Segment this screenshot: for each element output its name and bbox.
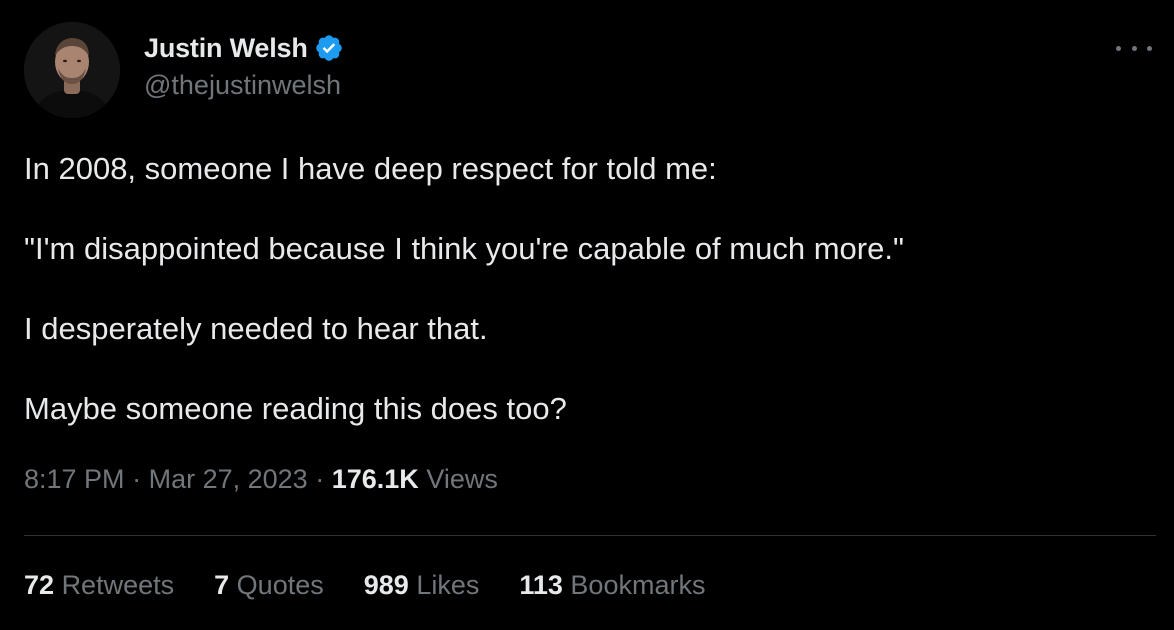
author-info: Justin Welsh @thejustinwelsh xyxy=(144,30,344,101)
tweet-detail: Justin Welsh @thejustinwelsh In 2008, so… xyxy=(0,0,1174,630)
verified-badge-icon[interactable] xyxy=(314,33,344,63)
quotes-count: 7 xyxy=(214,570,230,600)
tweet-meta: 8:17 PM · Mar 27, 2023 · 176.1K Views xyxy=(24,464,498,495)
likes-stat[interactable]: 989 Likes xyxy=(364,570,480,601)
tweet-date[interactable]: Mar 27, 2023 xyxy=(149,464,308,494)
avatar[interactable] xyxy=(24,22,120,118)
quotes-stat[interactable]: 7 Quotes xyxy=(214,570,324,601)
likes-label: Likes xyxy=(416,570,480,600)
author-display-name[interactable]: Justin Welsh xyxy=(144,33,308,64)
bookmarks-count: 113 xyxy=(519,570,563,600)
tweet-time[interactable]: 8:17 PM xyxy=(24,464,125,494)
author-handle[interactable]: @thejustinwelsh xyxy=(144,70,344,101)
meta-separator: · xyxy=(132,464,142,494)
retweets-label: Retweets xyxy=(61,570,175,600)
bookmarks-label: Bookmarks xyxy=(570,570,706,600)
more-dot xyxy=(1147,45,1152,51)
divider xyxy=(24,535,1156,536)
meta-separator: · xyxy=(315,464,325,494)
tweet-text: In 2008, someone I have deep respect for… xyxy=(24,148,1144,468)
views-count[interactable]: 176.1K xyxy=(332,464,419,494)
more-dot xyxy=(1116,45,1121,51)
avatar-image xyxy=(24,22,120,118)
tweet-paragraph: Maybe someone reading this does too? xyxy=(24,391,567,426)
quotes-label: Quotes xyxy=(236,570,324,600)
views-label: Views xyxy=(426,464,498,494)
tweet-paragraph: In 2008, someone I have deep respect for… xyxy=(24,151,717,186)
tweet-paragraph: I desperately needed to hear that. xyxy=(24,311,488,346)
engagement-stats: 72 Retweets 7 Quotes 989 Likes 113 Bookm… xyxy=(24,570,745,601)
retweets-count: 72 xyxy=(24,570,55,600)
bookmarks-stat[interactable]: 113 Bookmarks xyxy=(519,570,705,601)
more-horizontal-icon[interactable] xyxy=(1116,36,1152,60)
likes-count: 989 xyxy=(363,570,409,600)
tweet-paragraph: "I'm disappointed because I think you're… xyxy=(24,231,904,266)
name-row: Justin Welsh xyxy=(144,30,344,66)
retweets-stat[interactable]: 72 Retweets xyxy=(24,570,174,601)
more-dot xyxy=(1131,45,1137,51)
